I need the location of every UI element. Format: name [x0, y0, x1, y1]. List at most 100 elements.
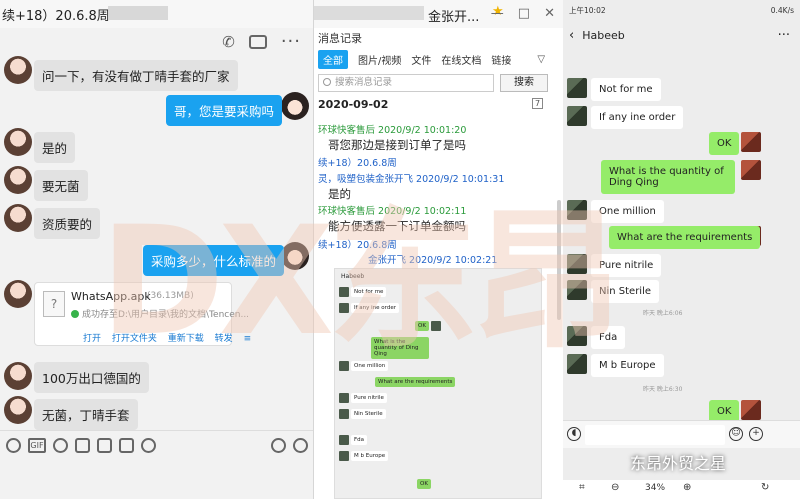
system-time: 昨天 晚上6:06 — [643, 310, 683, 317]
zoom-level: 34% — [645, 483, 666, 493]
tab-images[interactable]: 图片/视频 — [358, 52, 401, 67]
preview-bubble: OK — [415, 321, 429, 331]
phone-text-input[interactable] — [585, 425, 725, 445]
avatar[interactable] — [567, 254, 587, 274]
history-icon[interactable] — [293, 438, 308, 453]
image-icon[interactable] — [97, 438, 112, 453]
avatar[interactable] — [741, 160, 761, 180]
close-icon[interactable]: ✕ — [544, 6, 555, 21]
zoom-out-icon[interactable]: ⊖ — [611, 482, 619, 493]
avatar[interactable] — [4, 280, 32, 308]
record-meta: 续+18）20.6.8周 — [318, 240, 397, 251]
status-network: 0.4K/s — [770, 5, 794, 15]
phone-bubble: One million — [591, 200, 664, 223]
tab-all[interactable]: 全部 — [318, 50, 348, 69]
avatar[interactable] — [4, 128, 32, 156]
scrollbar[interactable] — [557, 200, 561, 320]
system-time: 昨天 晚上6:30 — [643, 386, 683, 393]
record-text: 是的 — [328, 187, 351, 201]
phone-chat-header: ‹ Habeeb ··· — [563, 20, 800, 50]
message-bubble: 采购多少，什么标准的 — [143, 245, 285, 276]
voice-icon[interactable]: ◖ — [567, 427, 581, 441]
emoji-icon[interactable]: ☺ — [729, 427, 743, 441]
avatar[interactable] — [4, 204, 32, 232]
avatar — [339, 393, 349, 403]
phone-contact-name: Habeeb — [582, 28, 625, 42]
phone-bubble: If any ine order — [591, 106, 684, 129]
emoji-icon[interactable] — [6, 438, 21, 453]
avatar[interactable] — [741, 132, 761, 152]
message-bubble: 问一下，有没有做丁晴手套的厂家 — [34, 60, 238, 91]
avatar[interactable] — [281, 92, 309, 120]
phone-bubble: What is the quantity of Ding Qing — [601, 160, 735, 194]
message-record-window: 金张开... ★ — □ ✕ 消息记录 全部 图片/视频 文件 在线文档 链接 … — [314, 0, 563, 499]
preview-bubble: Fda — [351, 435, 368, 445]
rotate-icon[interactable]: ↻ — [761, 482, 769, 493]
minimize-icon[interactable]: — — [491, 6, 504, 21]
tab-links[interactable]: 链接 — [491, 52, 511, 67]
forward-link[interactable]: 转发 — [215, 334, 233, 344]
record-meta: 环球快客售后 2020/9/2 10:02:11 — [318, 206, 467, 217]
chat-title: 续+18）20.6.8周 — [2, 8, 110, 24]
more-options-icon[interactable]: ··· — [778, 28, 790, 43]
phone-call-icon[interactable]: ✆ — [222, 33, 235, 51]
avatar[interactable] — [567, 78, 587, 98]
filter-icon[interactable]: ▽ — [537, 54, 545, 65]
zoom-in-icon[interactable]: ⊕ — [683, 482, 691, 493]
avatar[interactable] — [4, 396, 32, 424]
avatar[interactable] — [4, 56, 32, 84]
record-text: 哥您那边是接到订单了是吗 — [328, 138, 466, 152]
avatar[interactable] — [567, 106, 587, 126]
microphone-icon[interactable] — [271, 438, 286, 453]
scissors-icon[interactable] — [53, 438, 68, 453]
avatar — [339, 287, 349, 297]
screenshot-preview[interactable]: Habeeb Not for me If any ine order OK Wh… — [334, 268, 542, 499]
file-size: (36.13MB) — [147, 291, 194, 301]
calendar-icon[interactable]: 7 — [532, 98, 543, 109]
avatar[interactable] — [567, 326, 587, 346]
phone-bubble: M b Europe — [591, 354, 664, 377]
brand-logo-text: 东昂外贸之星 — [630, 454, 727, 473]
avatar[interactable] — [567, 280, 587, 300]
avatar[interactable] — [4, 166, 32, 194]
phone-bubble: Not for me — [591, 78, 661, 101]
message-bubble: 哥，您是要采购吗 — [166, 95, 283, 126]
file-status: 成功存至D:\用户目录\我的文档\Tencen... — [71, 307, 249, 320]
redacted-block — [314, 6, 424, 20]
avatar[interactable] — [741, 400, 761, 420]
gif-icon[interactable]: GIF — [28, 438, 46, 453]
open-file-link[interactable]: 打开 — [83, 334, 101, 344]
file-actions: 打开 打开文件夹 重新下载 转发 ≡ — [83, 331, 259, 344]
tab-files[interactable]: 文件 — [411, 52, 431, 67]
avatar[interactable] — [281, 242, 309, 270]
gift-icon[interactable] — [119, 438, 134, 453]
avatar[interactable] — [567, 200, 587, 220]
preview-bubble: What are the requirements — [375, 377, 456, 387]
add-icon[interactable]: + — [749, 427, 763, 441]
video-call-icon[interactable] — [248, 35, 267, 49]
message-bubble: 100万出口德国的 — [34, 362, 149, 393]
qq-chat-window: 续+18）20.6.8周 ✆ ··· 问一下，有没有做丁晴手套的厂家 哥，您是要… — [0, 0, 314, 499]
chat-input[interactable] — [0, 461, 313, 499]
file-card[interactable]: ? WhatsApp.apk (36.13MB) 成功存至D:\用户目录\我的文… — [34, 282, 251, 346]
folder-icon[interactable] — [75, 438, 90, 453]
more-options-icon[interactable]: ··· — [281, 33, 301, 51]
preview-bubble: If any ine order — [351, 303, 399, 313]
record-panel-title: 消息记录 — [318, 32, 362, 45]
back-icon[interactable]: ‹ — [569, 28, 574, 43]
message-bubble: 无菌，丁晴手套 — [34, 399, 138, 430]
record-meta: 金张开飞 2020/9/2 10:02:21 — [368, 255, 498, 266]
open-folder-link[interactable]: 打开文件夹 — [112, 334, 157, 344]
redownload-link[interactable]: 重新下载 — [168, 334, 204, 344]
chat-input-toolbar: GIF — [0, 430, 313, 460]
search-button[interactable]: 搜索 — [500, 74, 548, 92]
avatar[interactable] — [4, 362, 32, 390]
record-date: 2020-09-02 — [318, 98, 389, 111]
crop-icon[interactable]: ⌗ — [579, 482, 585, 493]
tab-online-docs[interactable]: 在线文档 — [441, 52, 481, 67]
maximize-icon[interactable]: □ — [518, 6, 530, 21]
more-icon[interactable] — [141, 438, 156, 453]
record-search-input[interactable]: 搜索消息记录 — [318, 74, 494, 92]
avatar[interactable] — [567, 354, 587, 374]
menu-icon[interactable]: ≡ — [244, 334, 252, 344]
